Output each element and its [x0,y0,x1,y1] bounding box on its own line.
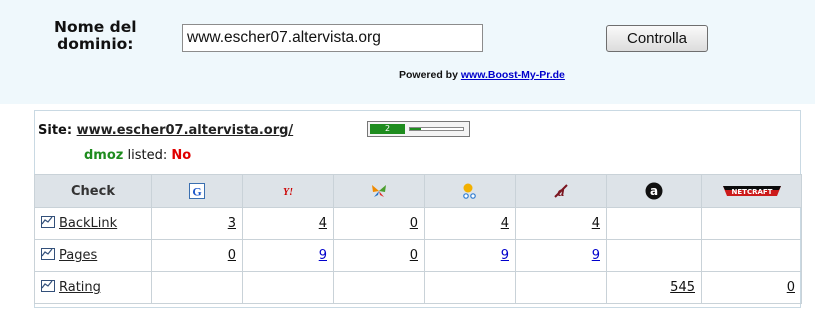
lycos-dots-icon [463,183,476,199]
value-link[interactable]: 9 [319,248,327,263]
msn-header [333,174,425,208]
table-row: BackLink 3 4 0 4 4 [34,207,802,240]
domain-label-line2: dominio: [57,35,134,53]
value-cell [151,271,243,304]
value-cell[interactable]: 3 [151,207,243,240]
listed-value: No [171,148,192,163]
value-link[interactable]: 9 [592,248,600,263]
netcraft-header: NETCRAFT [701,174,802,208]
value-cell[interactable]: 4 [424,207,516,240]
dmoz-status: dmoz listed: No [84,148,191,163]
yahoo-icon: Y! [283,187,293,198]
table-row: Pages 0 9 0 9 9 [34,239,802,272]
row-label-backlink[interactable]: BackLink [34,207,152,240]
value-cell [606,239,702,272]
svg-text:NETCRAFT: NETCRAFT [731,188,772,196]
pagerank-track [409,127,464,131]
domain-label: Nome del dominio: [54,19,137,53]
powered-by-link[interactable]: www.Boost-My-Pr.de [461,69,565,81]
value-link[interactable]: 9 [501,248,509,263]
value-cell [701,207,802,240]
value-cell[interactable]: 4 [242,207,334,240]
svg-text:a: a [650,184,658,198]
value-cell[interactable]: 4 [515,207,607,240]
alexa-icon: a [645,182,663,200]
value-link[interactable]: 0 [228,248,236,263]
row-label-rating[interactable]: Rating [34,271,152,304]
value-cell[interactable]: 9 [242,239,334,272]
svg-text:G: G [192,185,201,199]
value-link[interactable]: 4 [501,216,509,231]
value-link[interactable]: 0 [787,280,795,295]
domain-input[interactable]: www.escher07.altervista.org [182,24,483,52]
domain-label-line1: Nome del [54,18,137,36]
value-cell[interactable]: 9 [424,239,516,272]
google-header: G [151,174,243,208]
value-cell [333,271,425,304]
site-url-link[interactable]: www.escher07.altervista.org/ [77,123,294,138]
value-cell[interactable]: 0 [151,239,243,272]
value-cell [242,271,334,304]
powered-by: Powered by www.Boost-My-Pr.de [399,69,565,81]
value-cell[interactable]: 9 [515,239,607,272]
value-link[interactable]: 3 [228,216,236,231]
listed-label: listed: [127,148,168,163]
value-cell[interactable]: 0 [333,239,425,272]
powered-by-text: Powered by [399,69,458,81]
value-link[interactable]: 4 [319,216,327,231]
value-cell [424,271,516,304]
pagerank-fill [410,128,421,130]
altavista-icon: a [554,184,568,199]
value-cell [701,239,802,272]
lycos-header [424,174,516,208]
altavista-header: a [515,174,607,208]
value-cell[interactable]: 0 [701,271,802,304]
row-label-pages[interactable]: Pages [34,239,152,272]
row-link[interactable]: Rating [59,280,101,295]
check-header: Check [34,174,152,208]
dmoz-label: dmoz [84,148,124,163]
controlla-button[interactable]: Controlla [606,25,708,52]
value-link[interactable]: 0 [410,216,418,231]
table-row: Rating 545 0 [34,271,802,304]
chart-icon [41,216,55,228]
yahoo-header: Y! [242,174,334,208]
row-link[interactable]: Pages [59,248,97,263]
pagerank-bar: 2 [367,121,470,137]
value-link[interactable]: 4 [592,216,600,231]
chart-icon [41,248,55,260]
netcraft-icon: NETCRAFT [722,186,781,196]
svg-text:Y!: Y! [283,187,293,198]
chart-icon [41,280,55,292]
value-cell [515,271,607,304]
value-cell [606,207,702,240]
value-cell[interactable]: 545 [606,271,702,304]
row-link[interactable]: BackLink [59,216,117,231]
msn-butterfly-icon [372,185,386,197]
google-icon: G [189,183,205,199]
table-header-row: Check G Y! a NETCRAFT [34,174,802,208]
site-label: Site: [38,123,73,138]
results-table: Check G Y! a NETCRAFT BackLink 3 4 0 4 4… [34,174,802,304]
alexa-header: a [606,174,702,208]
value-cell[interactable]: 0 [333,207,425,240]
value-link[interactable]: 0 [410,248,418,263]
pagerank-value: 2 [370,124,405,134]
value-link[interactable]: 545 [670,280,695,295]
site-line: Site: www.escher07.altervista.org/ [38,123,293,138]
